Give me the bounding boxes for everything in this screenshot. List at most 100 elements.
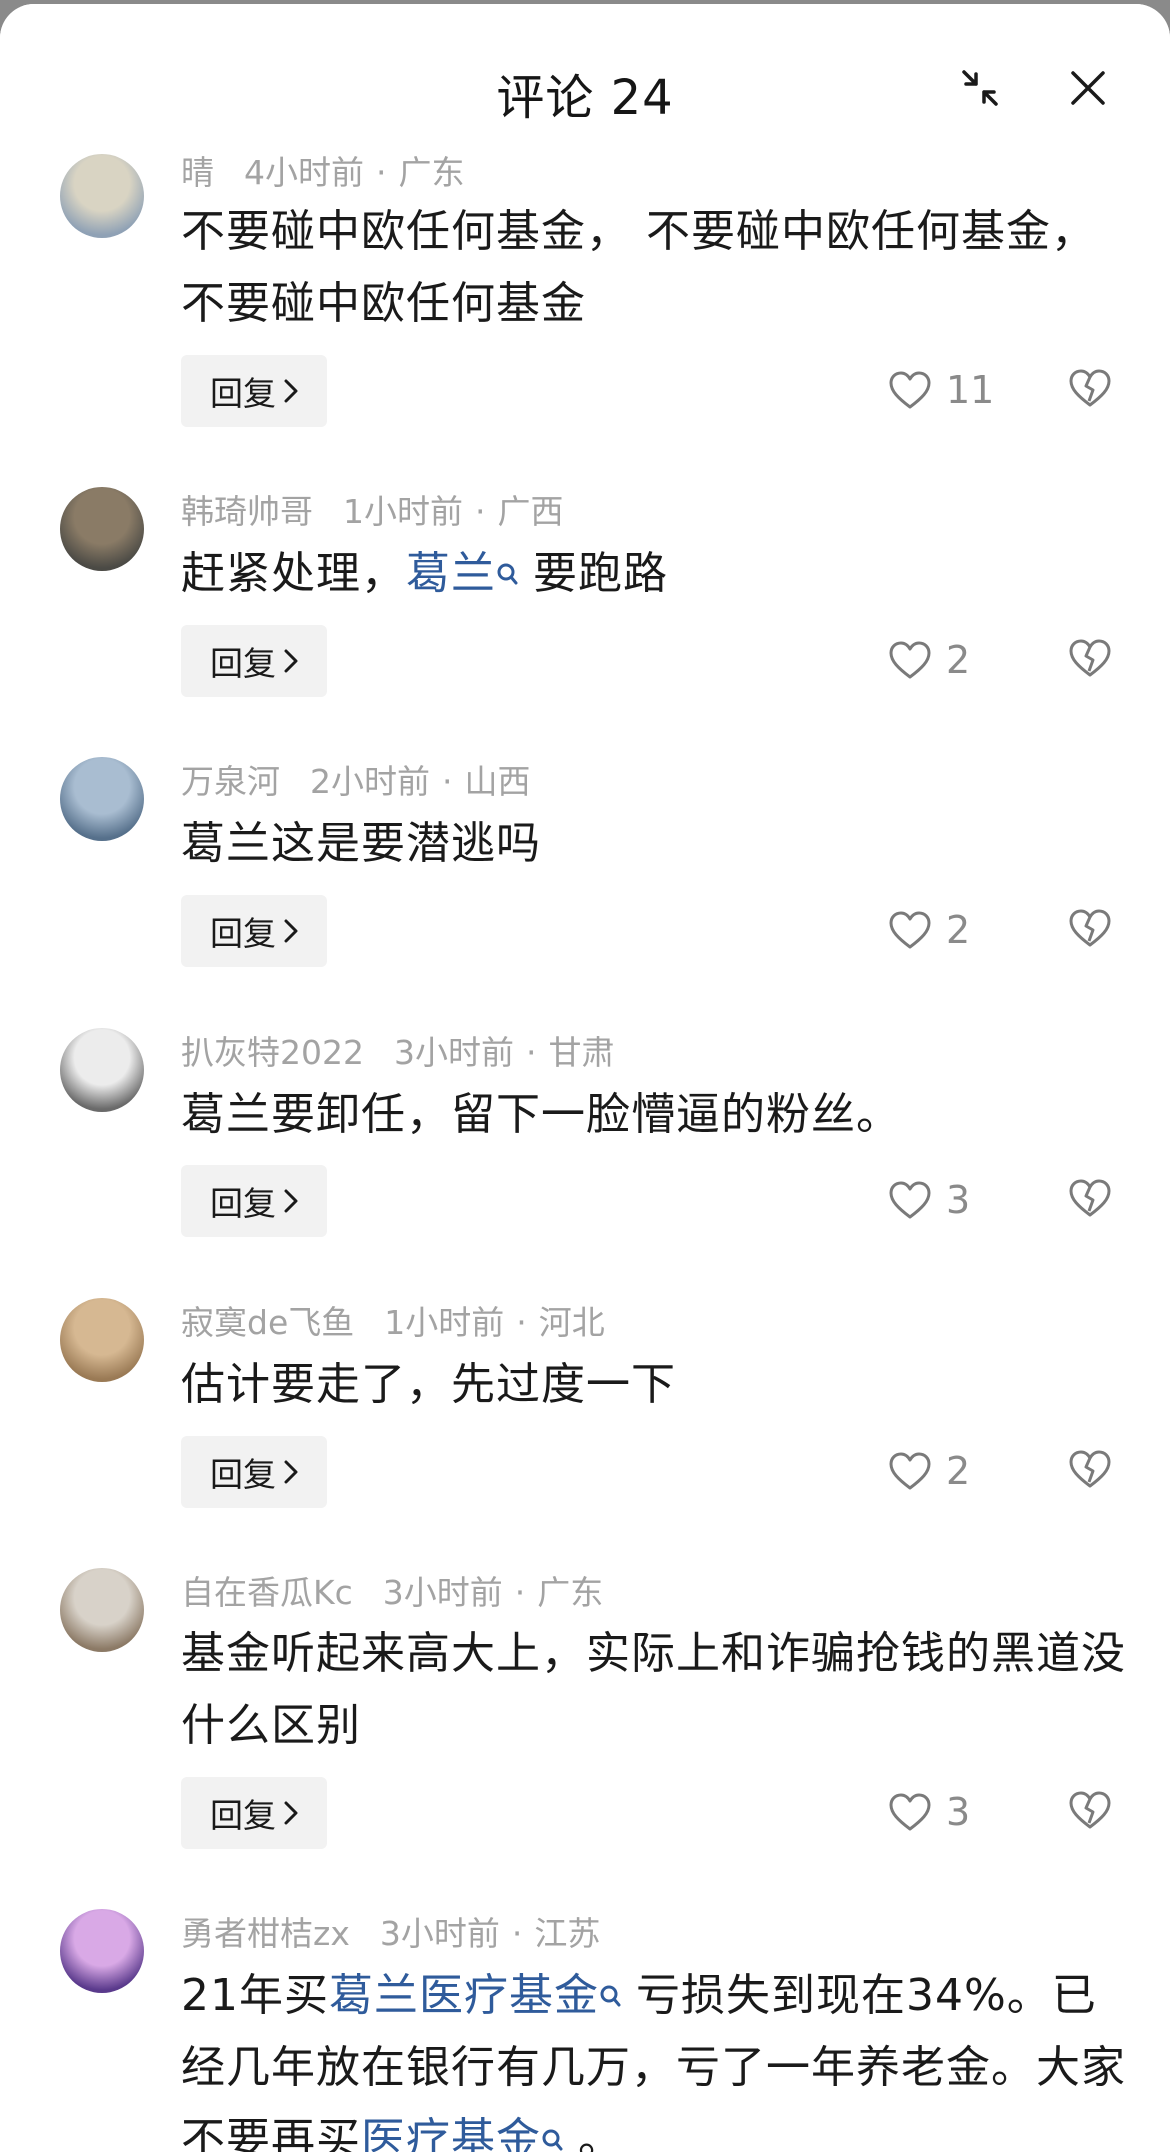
reply-button[interactable]: 回复	[181, 1165, 327, 1237]
like-button[interactable]: 3	[888, 1178, 970, 1222]
keyword-link[interactable]: 医疗基金	[361, 2114, 541, 2152]
like-button[interactable]: 3	[888, 1790, 970, 1834]
comment-text-segment: 要跑路	[518, 548, 668, 599]
comment-time: 1小时前	[343, 492, 463, 531]
comment-text-segment: 估计要走了，先过度一下	[181, 1359, 676, 1410]
avatar[interactable]	[60, 154, 144, 238]
username[interactable]: 晴	[181, 153, 214, 192]
like-button[interactable]: 2	[888, 638, 970, 682]
heart-icon	[889, 1793, 931, 1831]
like-button[interactable]: 2	[888, 1449, 970, 1493]
avatar[interactable]	[60, 757, 144, 841]
avatar[interactable]	[60, 1028, 144, 1112]
reply-button[interactable]: 回复	[181, 1777, 327, 1849]
broken-heart-icon	[1069, 1791, 1111, 1829]
like-count: 3	[946, 1790, 971, 1834]
collapse-button[interactable]	[956, 64, 1004, 112]
keyword-link[interactable]: 葛兰	[406, 548, 496, 599]
heart-icon	[889, 371, 931, 409]
like-button[interactable]: 11	[888, 368, 994, 412]
comment-time: 3小时前	[382, 1573, 503, 1612]
search-icon	[600, 1985, 621, 2007]
avatar[interactable]	[60, 487, 144, 571]
like-count: 11	[946, 368, 995, 412]
close-button[interactable]	[1064, 64, 1112, 112]
broken-heart-icon	[1069, 1450, 1111, 1488]
avatar[interactable]	[60, 1568, 144, 1652]
comment-text: 21年买葛兰医疗基金 亏损失到现在34%。已经几年放在银行有几万，亏了一年养老金…	[181, 1960, 1131, 2152]
comment-text-segment: 21年买	[181, 1970, 329, 2021]
dislike-button[interactable]	[1068, 908, 1112, 952]
avatar[interactable]	[60, 1298, 144, 1382]
comment-text: 基金听起来高大上，实际上和诈骗抢钱的黑道没什么区别	[181, 1618, 1131, 1762]
reply-label: 回复	[210, 1796, 276, 1835]
comment-region: 山西	[464, 762, 531, 801]
username[interactable]: 万泉河	[181, 762, 280, 801]
comment-text: 估计要走了，先过度一下	[181, 1349, 1131, 1421]
dislike-button[interactable]	[1068, 368, 1112, 412]
reply-label: 回复	[210, 1184, 276, 1223]
chevron-right-icon	[284, 1460, 298, 1484]
comment-meta: 自在香瓜Kc 3小时前 · 广东	[181, 1573, 604, 1612]
reply-button[interactable]: 回复	[181, 355, 327, 427]
heart-icon	[889, 911, 931, 949]
avatar[interactable]	[60, 1909, 144, 1993]
dislike-button[interactable]	[1068, 1790, 1112, 1834]
comment-time: 3小时前	[393, 1033, 514, 1072]
collapse-icon	[962, 70, 998, 106]
comment-region: 广西	[497, 492, 564, 531]
comment-time: 4小时前	[244, 153, 364, 192]
comment-text-segment: 不要碰中欧任何基金， 不要碰中欧任何基金， 不要碰中欧任何基金	[181, 206, 1096, 329]
comment-text-segment: 。	[563, 2114, 623, 2152]
like-count: 2	[946, 908, 971, 952]
keyword-link[interactable]: 葛兰医疗基金	[329, 1970, 599, 2021]
comment-meta: 寂寞de飞鱼 1小时前 · 河北	[181, 1303, 605, 1342]
reply-button[interactable]: 回复	[181, 625, 327, 697]
like-button[interactable]: 2	[888, 908, 970, 952]
heart-icon	[889, 641, 931, 679]
like-count: 2	[946, 1449, 971, 1493]
sheet-header: 评论 24	[0, 4, 1170, 154]
chevron-right-icon	[284, 649, 298, 673]
comment-region: 广东	[537, 1573, 604, 1612]
broken-heart-icon	[1069, 909, 1111, 947]
comment-region: 河北	[538, 1303, 605, 1342]
comment-text: 葛兰要卸任，留下一脸懵逼的粉丝。	[181, 1079, 1131, 1151]
heart-icon	[889, 1181, 931, 1219]
comment-region: 广东	[398, 153, 465, 192]
username[interactable]: 自在香瓜Kc	[181, 1573, 353, 1612]
comment-meta: 万泉河 2小时前 · 山西	[181, 762, 531, 801]
chevron-right-icon	[284, 919, 298, 943]
like-count: 2	[946, 638, 971, 682]
comment-time: 1小时前	[384, 1303, 505, 1342]
comment-meta: 扒灰特2022 3小时前 · 甘肃	[181, 1033, 615, 1072]
comment-region: 江苏	[534, 1914, 601, 1953]
comment-text-segment: 赶紧处理，	[181, 548, 406, 599]
username[interactable]: 韩琦帅哥	[181, 492, 313, 531]
username[interactable]: 勇者柑桔zx	[181, 1914, 350, 1953]
search-icon	[497, 563, 518, 585]
reply-button[interactable]: 回复	[181, 895, 327, 967]
comments-sheet: 晴 4小时前 · 广东 不要碰中欧任何基金， 不要碰中欧任何基金， 不要碰中欧任何基金…	[0, 4, 1170, 2152]
comment-time: 3小时前	[379, 1914, 500, 1953]
comment-meta: 勇者柑桔zx 3小时前 · 江苏	[181, 1914, 601, 1953]
comment-text: 不要碰中欧任何基金， 不要碰中欧任何基金， 不要碰中欧任何基金	[181, 196, 1131, 340]
dislike-button[interactable]	[1068, 1449, 1112, 1493]
comment-region: 甘肃	[548, 1033, 615, 1072]
chevron-right-icon	[284, 379, 298, 403]
comment-text-segment: 葛兰这是要潜逃吗	[181, 818, 541, 869]
username[interactable]: 寂寞de飞鱼	[181, 1303, 354, 1342]
heart-icon	[889, 1452, 931, 1490]
reply-label: 回复	[210, 1455, 276, 1494]
reply-label: 回复	[210, 644, 276, 683]
comment-text-segment: 葛兰要卸任，留下一脸懵逼的粉丝。	[181, 1089, 901, 1140]
broken-heart-icon	[1069, 1179, 1111, 1217]
reply-label: 回复	[210, 374, 276, 413]
chevron-right-icon	[284, 1801, 298, 1825]
dislike-button[interactable]	[1068, 1178, 1112, 1222]
reply-button[interactable]: 回复	[181, 1436, 327, 1508]
username[interactable]: 扒灰特2022	[181, 1033, 364, 1072]
dislike-button[interactable]	[1068, 638, 1112, 682]
close-icon	[1071, 71, 1105, 105]
chevron-right-icon	[284, 1189, 298, 1213]
